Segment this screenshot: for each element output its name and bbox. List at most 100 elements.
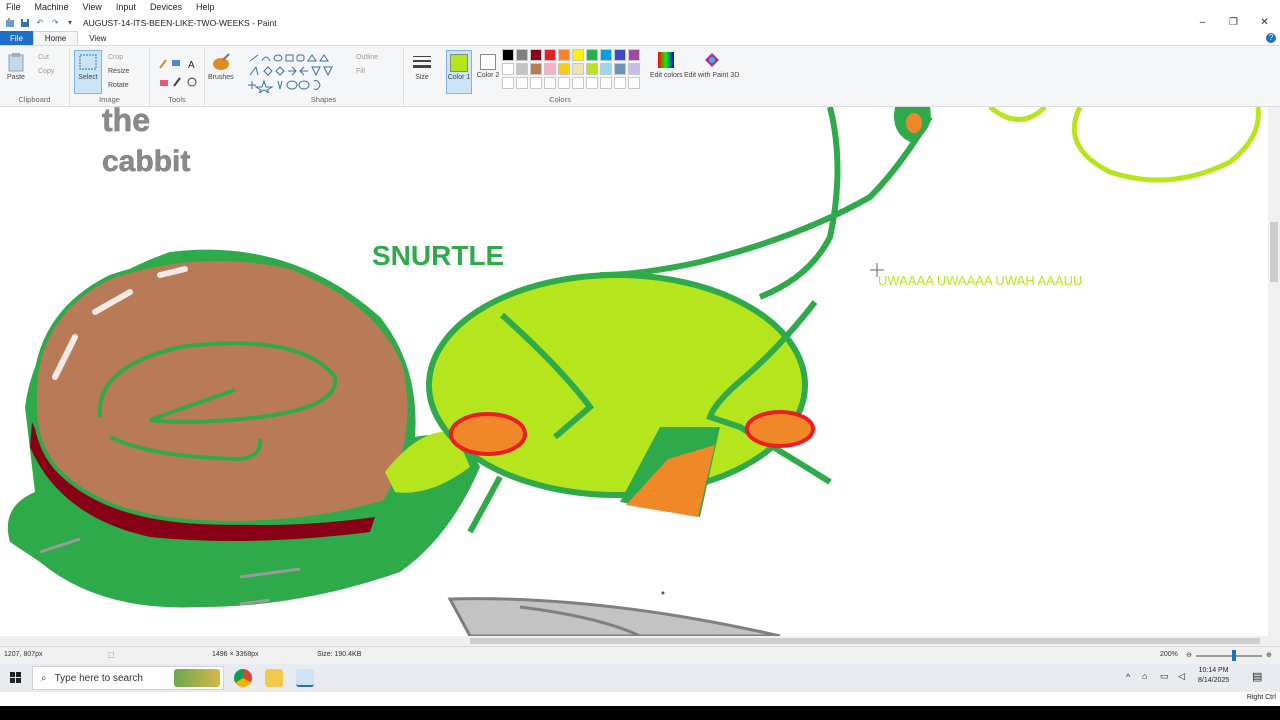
zoom-out-icon[interactable]: ⊖: [1186, 651, 1192, 659]
redo-icon[interactable]: ↷: [50, 18, 60, 28]
palette-swatch[interactable]: [544, 77, 556, 89]
horizontal-scrollbar[interactable]: [0, 636, 1268, 646]
copy-button[interactable]: Copy: [38, 68, 54, 75]
palette-swatch[interactable]: [600, 63, 612, 75]
tab-view[interactable]: View: [78, 31, 117, 45]
minimize-button[interactable]: –: [1187, 14, 1218, 31]
palette-swatch[interactable]: [628, 63, 640, 75]
size-group: Size: [406, 48, 442, 106]
palette-swatch[interactable]: [516, 77, 528, 89]
vertical-scroll-thumb[interactable]: [1270, 222, 1278, 282]
palette-swatch[interactable]: [544, 49, 556, 61]
palette-swatch[interactable]: [628, 49, 640, 61]
vertical-scrollbar[interactable]: [1268, 107, 1280, 646]
palette-swatch[interactable]: [586, 63, 598, 75]
undo-icon[interactable]: ↶: [35, 18, 45, 28]
tools-icons[interactable]: A: [154, 54, 209, 94]
brush-icon: [211, 52, 231, 72]
horizontal-scroll-thumb[interactable]: [470, 638, 1260, 644]
edit-paint3d-button[interactable]: Edit with Paint 3D: [684, 50, 739, 79]
paint-taskbar-icon[interactable]: [296, 669, 314, 687]
palette-swatch[interactable]: [628, 77, 640, 89]
vm-menu-input[interactable]: Input: [116, 2, 136, 12]
selection-icon: ⬚: [108, 652, 115, 659]
edit-colors-button[interactable]: Edit colors: [650, 50, 683, 79]
vm-menu-help[interactable]: Help: [196, 2, 215, 12]
vm-menu-machine[interactable]: Machine: [35, 2, 69, 12]
fill-dropdown[interactable]: Fill: [356, 68, 365, 75]
zoom-in-icon[interactable]: ⊕: [1266, 651, 1272, 659]
color2-button[interactable]: Color 2: [476, 50, 500, 79]
palette-swatch[interactable]: [530, 77, 542, 89]
image-group-label: Image: [99, 95, 120, 104]
crop-button[interactable]: Crop: [108, 54, 123, 61]
paste-button[interactable]: Paste: [6, 52, 26, 81]
palette-swatch[interactable]: [558, 63, 570, 75]
palette-swatch[interactable]: [558, 49, 570, 61]
select-rectangle-icon: [78, 52, 98, 72]
palette-swatch[interactable]: [530, 49, 542, 61]
outline-dropdown[interactable]: Outline: [356, 54, 378, 61]
rotate-button[interactable]: Rotate: [108, 82, 129, 89]
snail-shell: [32, 257, 412, 525]
vm-menu-devices[interactable]: Devices: [150, 2, 182, 12]
zoom-slider[interactable]: [1196, 655, 1262, 657]
brushes-button[interactable]: Brushes: [208, 52, 234, 81]
select-button[interactable]: Select: [74, 50, 102, 94]
tab-home[interactable]: Home: [32, 31, 79, 45]
resize-button[interactable]: Resize: [108, 68, 129, 75]
volume-icon[interactable]: ◁: [1178, 671, 1185, 682]
palette-swatch[interactable]: [516, 49, 528, 61]
palette-swatch[interactable]: [544, 63, 556, 75]
restore-button[interactable]: ❐: [1218, 14, 1249, 31]
palette-swatch[interactable]: [600, 49, 612, 61]
palette-swatch[interactable]: [614, 63, 626, 75]
vm-menu-view[interactable]: View: [83, 2, 102, 12]
cut-button[interactable]: Cut: [38, 54, 49, 61]
title-bar: ↶ ↷ ▾ AUGUST-14-ITS-BEEN-LIKE-TWO-WEEKS …: [0, 14, 1280, 31]
chrome-icon[interactable]: [234, 669, 252, 687]
file-explorer-icon[interactable]: [265, 669, 283, 687]
zoom-slider-thumb[interactable]: [1232, 650, 1236, 661]
search-highlight-icon[interactable]: [174, 669, 220, 687]
drawing-canvas[interactable]: the cabbit SNURTLE UWAAAA UWAAAA UWAH AA…: [0, 107, 1280, 646]
color1-button[interactable]: Color 1: [446, 50, 472, 94]
palette-swatch[interactable]: [502, 49, 514, 61]
tools-group-label: Tools: [168, 95, 186, 104]
palette-swatch[interactable]: [558, 77, 570, 89]
palette-swatch[interactable]: [586, 77, 598, 89]
notifications-icon[interactable]: ▤: [1252, 670, 1262, 683]
palette-swatch[interactable]: [614, 77, 626, 89]
search-placeholder: Type here to search: [54, 672, 143, 684]
network-icon[interactable]: ⌂: [1142, 671, 1147, 681]
status-bar: 1207, 807px ⬚ 1496 × 3368px Size: 190.4K…: [0, 646, 1280, 664]
palette-swatch[interactable]: [502, 77, 514, 89]
battery-icon[interactable]: ▭: [1160, 671, 1169, 682]
clipboard-group-label: Clipboard: [18, 95, 51, 104]
close-button[interactable]: ✕: [1249, 14, 1280, 31]
color-palette[interactable]: [502, 49, 640, 89]
tray-chevron-icon[interactable]: ^: [1126, 672, 1130, 682]
yellow-loop-large: [1071, 107, 1261, 183]
tray-clock[interactable]: 10:14 PM 8/14/2025: [1198, 666, 1229, 686]
palette-swatch[interactable]: [530, 63, 542, 75]
palette-swatch[interactable]: [600, 77, 612, 89]
vm-menu-file[interactable]: File: [6, 2, 21, 12]
tab-file[interactable]: File: [0, 31, 33, 45]
palette-swatch[interactable]: [586, 49, 598, 61]
canvas-drawing[interactable]: the cabbit SNURTLE UWAAAA UWAAAA UWAH AA…: [0, 107, 1268, 636]
customize-chevron-icon[interactable]: ▾: [65, 18, 75, 28]
palette-swatch[interactable]: [614, 49, 626, 61]
help-icon[interactable]: ?: [1266, 33, 1276, 43]
palette-swatch[interactable]: [572, 63, 584, 75]
shapes-gallery[interactable]: [248, 53, 348, 93]
palette-swatch[interactable]: [572, 49, 584, 61]
start-button[interactable]: [0, 664, 32, 692]
palette-swatch[interactable]: [502, 63, 514, 75]
snurtle-head: [426, 272, 808, 498]
windows-logo-icon: [10, 672, 21, 683]
size-button[interactable]: Size: [412, 52, 432, 81]
palette-swatch[interactable]: [572, 77, 584, 89]
save-icon[interactable]: [20, 18, 30, 28]
palette-swatch[interactable]: [516, 63, 528, 75]
